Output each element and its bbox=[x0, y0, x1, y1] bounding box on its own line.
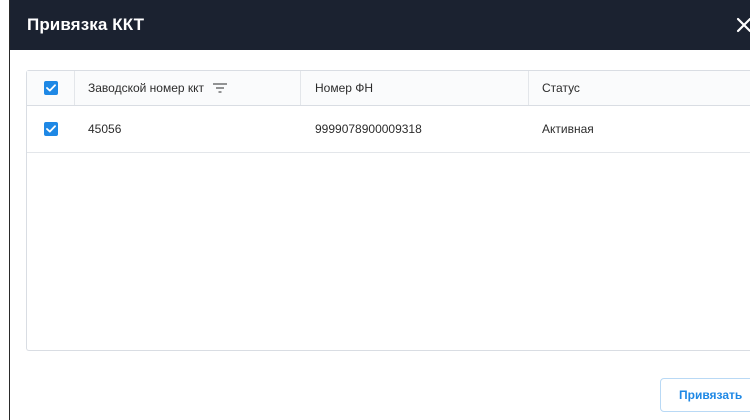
cell-status: Активная bbox=[542, 122, 594, 136]
bind-button[interactable]: Привязать bbox=[660, 378, 750, 412]
table-row[interactable]: 45056 9999078900009318 Активная bbox=[27, 106, 750, 153]
close-icon[interactable] bbox=[735, 16, 750, 34]
select-all-checkbox[interactable] bbox=[43, 81, 58, 95]
dialog-header: Привязка ККТ bbox=[10, 0, 750, 50]
column-header-serial-label: Заводской номер ккт bbox=[88, 81, 205, 95]
bind-kkt-dialog: Привязка ККТ Заводской номер ккт Номер Ф… bbox=[10, 0, 750, 420]
cell-serial: 45056 bbox=[88, 122, 122, 136]
cell-fn-number: 9999078900009318 bbox=[315, 122, 422, 136]
checkmark-icon bbox=[45, 84, 56, 92]
row-checkbox[interactable] bbox=[44, 122, 58, 136]
column-header-serial[interactable]: Заводской номер ккт bbox=[75, 71, 301, 105]
column-header-status-label: Статус bbox=[542, 81, 580, 95]
sort-icon[interactable] bbox=[213, 83, 228, 93]
header-checkbox-cell bbox=[27, 71, 75, 105]
kkt-table: Заводской номер ккт Номер ФН Статус 4505… bbox=[26, 70, 750, 351]
column-header-fn-number-label: Номер ФН bbox=[315, 81, 374, 95]
dialog-title: Привязка ККТ bbox=[27, 15, 145, 34]
table-header-row: Заводской номер ккт Номер ФН Статус bbox=[27, 71, 750, 106]
row-checkbox-cell bbox=[27, 106, 75, 152]
background-strip bbox=[0, 0, 9, 420]
column-header-status[interactable]: Статус bbox=[529, 71, 750, 105]
column-header-fn-number[interactable]: Номер ФН bbox=[301, 71, 529, 105]
checkmark-icon bbox=[46, 125, 56, 133]
